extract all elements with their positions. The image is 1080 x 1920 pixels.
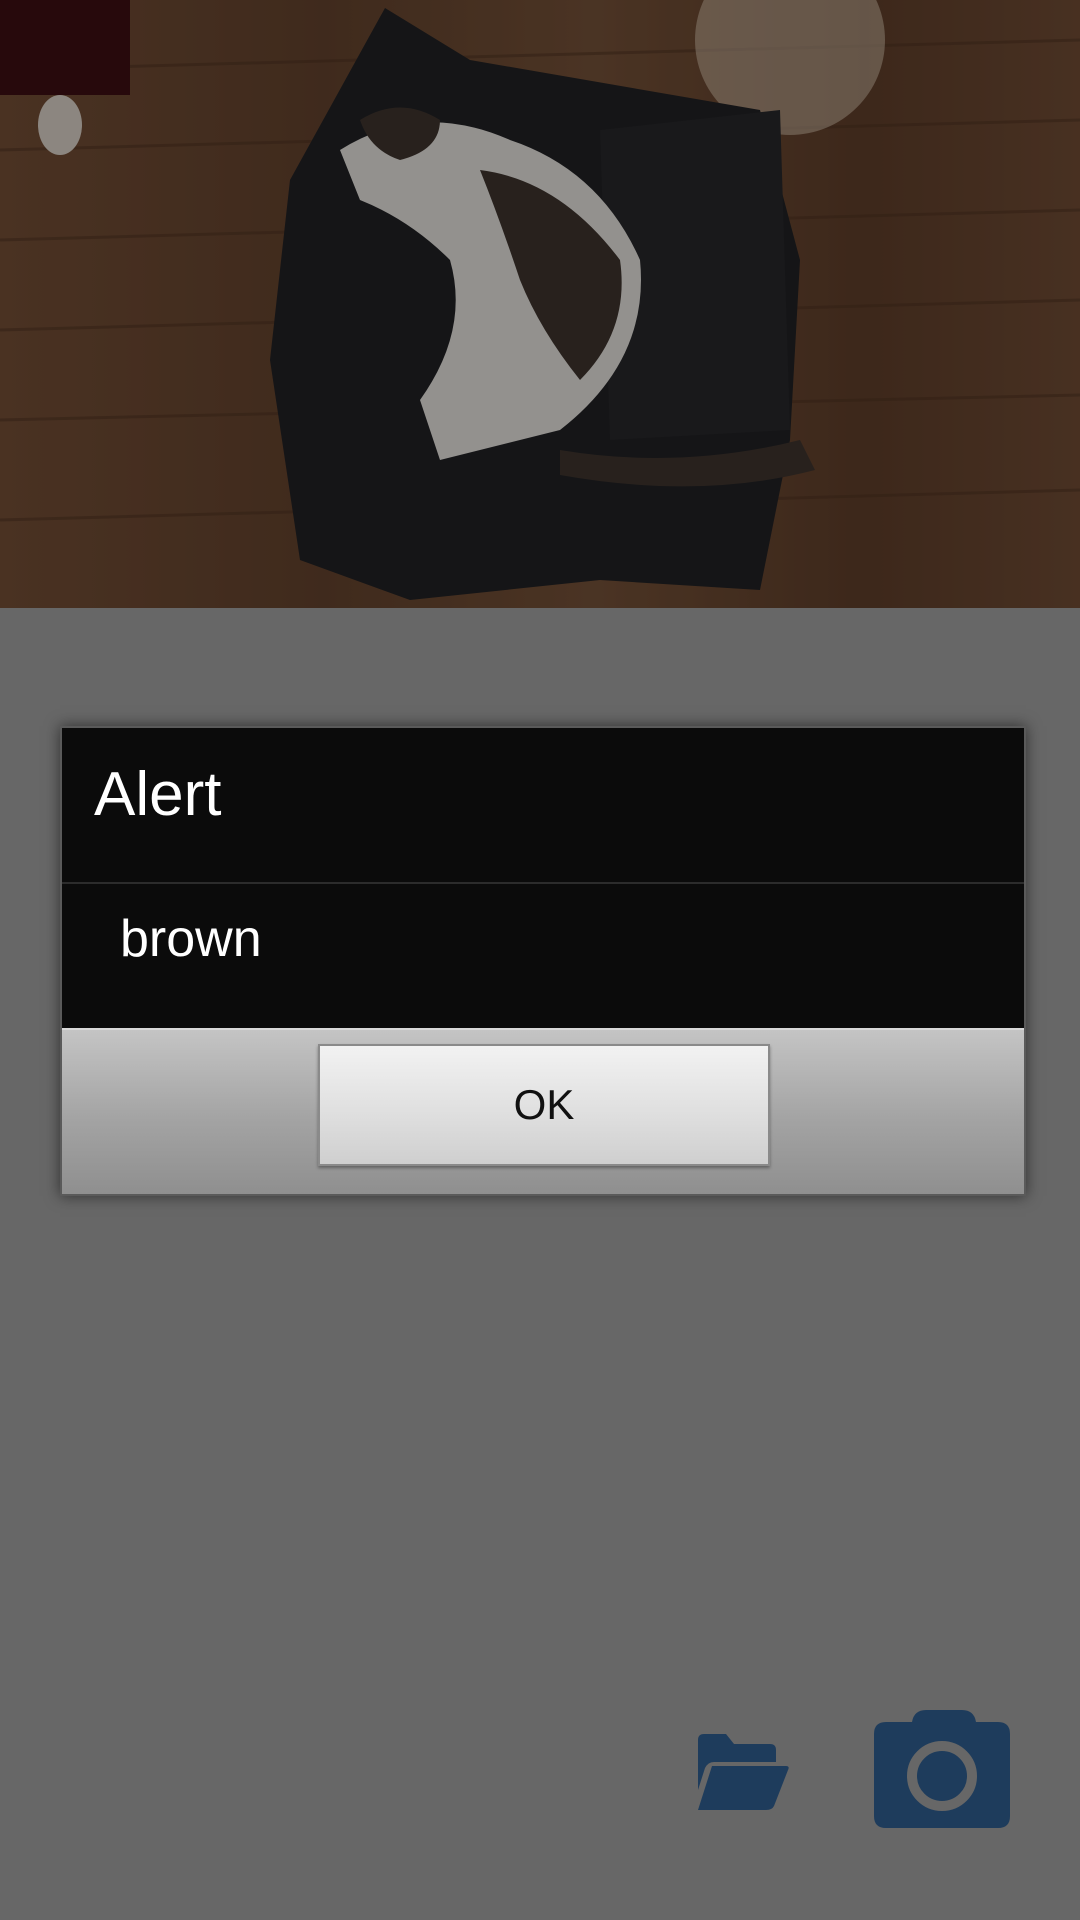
dialog-message: brown xyxy=(120,910,262,968)
dialog-title: Alert xyxy=(94,760,222,829)
camera-icon xyxy=(874,1710,1010,1828)
open-folder-icon xyxy=(698,1734,789,1810)
dialog-divider xyxy=(62,882,1024,884)
ok-button[interactable]: OK xyxy=(318,1044,770,1166)
alert-dialog: Alert brown OK xyxy=(60,726,1026,1196)
camera-button[interactable] xyxy=(872,1706,1014,1832)
dialog-button-bar: OK xyxy=(62,1028,1024,1194)
dialog-scrim xyxy=(0,0,1080,608)
open-folder-button[interactable] xyxy=(694,1732,790,1812)
photo-preview xyxy=(0,0,1080,608)
